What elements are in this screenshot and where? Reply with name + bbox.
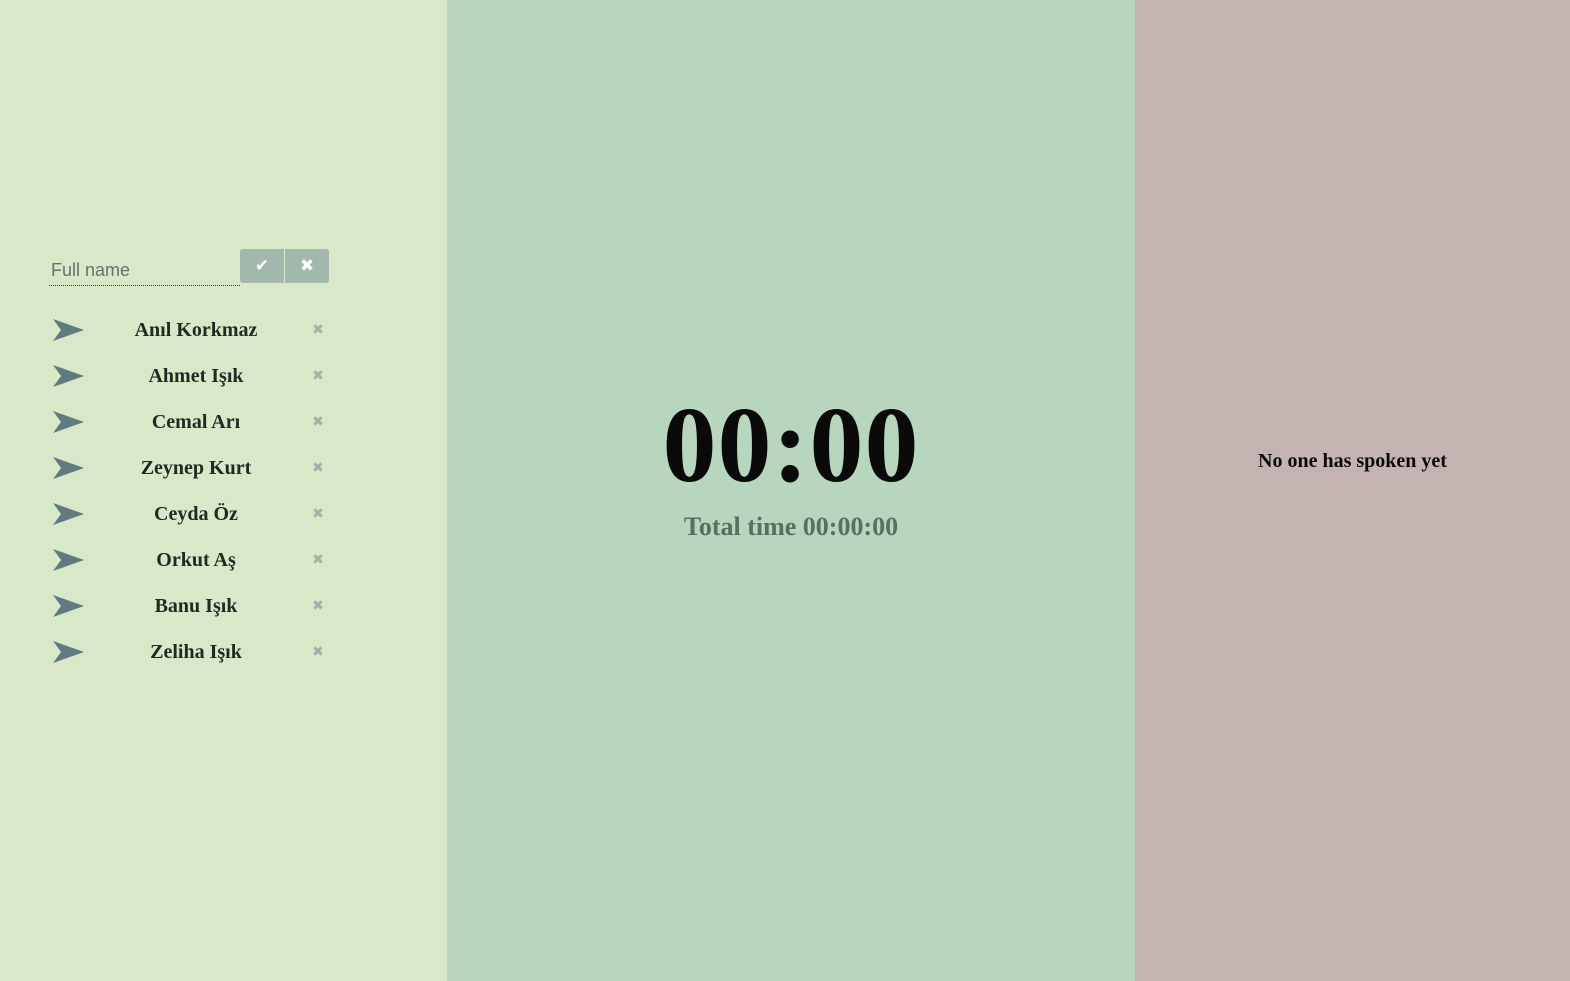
arrow-right-icon[interactable]	[52, 364, 86, 388]
total-time: Total time 00:00:00	[447, 512, 1135, 542]
total-time-label: Total time	[683, 512, 797, 541]
person-name: Zeliha Işık	[150, 640, 242, 663]
close-icon: ✖	[299, 256, 315, 276]
arrow-right-icon[interactable]	[52, 456, 86, 480]
add-person-form: ✔ ✖	[49, 249, 329, 286]
timer-panel: 00:00 Total time 00:00:00	[447, 0, 1135, 981]
history-panel: No one has spoken yet	[1135, 0, 1570, 981]
check-icon: ✔	[254, 256, 270, 276]
person-row: Cemal Arı ✖	[49, 399, 334, 445]
current-timer: 00:00	[662, 386, 920, 505]
person-row: Banu Işık ✖	[49, 583, 334, 629]
arrow-right-icon[interactable]	[52, 502, 86, 526]
people-list: Anıl Korkmaz ✖ Ahmet Işık ✖ Cemal Arı ✖ Zeynep…	[49, 307, 334, 675]
arrow-right-icon[interactable]	[52, 594, 86, 618]
person-name: Ahmet Işık	[148, 364, 244, 387]
close-icon[interactable]: ✖	[310, 368, 326, 384]
person-name: Cemal Arı	[151, 410, 241, 433]
arrow-right-icon[interactable]	[52, 410, 86, 434]
person-name: Anıl Korkmaz	[134, 318, 258, 341]
arrow-right-icon[interactable]	[52, 640, 86, 664]
person-name: Ceyda Öz	[154, 502, 238, 525]
speaker-list-panel: ✔ ✖ Anıl Korkmaz✖Ahmet Işık✖Cemal Arı✖Ze…	[0, 0, 447, 981]
confirm-add-button[interactable]: ✔	[240, 249, 284, 283]
close-icon[interactable]: ✖	[310, 460, 326, 476]
person-row: Anıl Korkmaz ✖	[49, 307, 334, 353]
person-row: Ceyda Öz ✖	[49, 491, 334, 537]
total-time-value: 00:00:00	[802, 512, 899, 541]
close-icon[interactable]: ✖	[310, 506, 326, 522]
close-icon[interactable]: ✖	[310, 644, 326, 660]
close-icon[interactable]: ✖	[310, 414, 326, 430]
close-icon[interactable]: ✖	[310, 598, 326, 614]
person-name: Orkut Aş	[156, 548, 236, 571]
person-row: Ahmet Işık ✖	[49, 353, 334, 399]
person-name: Banu Işık	[154, 594, 238, 617]
close-icon[interactable]: ✖	[310, 322, 326, 338]
person-row: Orkut Aş ✖	[49, 537, 334, 583]
close-icon[interactable]: ✖	[310, 552, 326, 568]
cancel-add-button[interactable]: ✖	[285, 249, 329, 283]
person-name: Zeynep Kurt	[140, 456, 252, 479]
arrow-right-icon[interactable]	[52, 318, 86, 342]
person-row: Zeynep Kurt ✖	[49, 445, 334, 491]
arrow-right-icon[interactable]	[52, 548, 86, 572]
full-name-input[interactable]	[49, 249, 240, 286]
no-speaker-message: No one has spoken yet	[1258, 450, 1447, 472]
person-row: Zeliha Işık ✖	[49, 629, 334, 675]
